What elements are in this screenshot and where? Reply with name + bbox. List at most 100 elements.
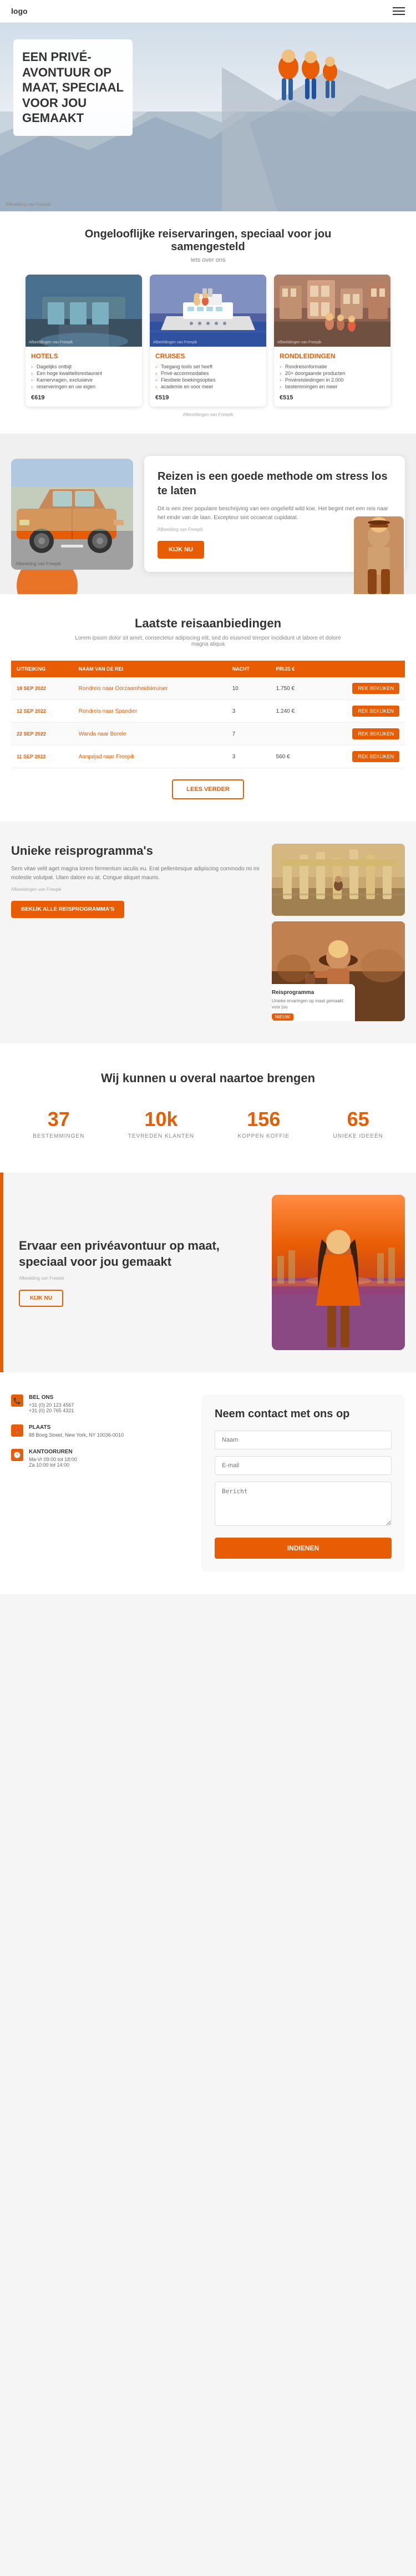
- overlap-card-tag: NIEUW: [272, 1013, 293, 1021]
- stress-section: Afbeelding van Freepik Reizen is een goe…: [0, 434, 416, 594]
- hours-value-2: Za 10:00 tot 14:00: [29, 1462, 77, 1468]
- cruises-feature-1: ›Toegang tools set heeft: [155, 363, 261, 370]
- table-row: 11 SEP 2022 Aanprijsd naar Freepik 3 560…: [11, 746, 405, 768]
- row3-action[interactable]: REK BEKIJKEN: [316, 723, 405, 746]
- hours-label: KANTOORUREN: [29, 1449, 77, 1455]
- programs-images-column: Reisprogramma Unieke ervaringen op maat …: [272, 844, 405, 1021]
- row4-nights: 3: [227, 746, 271, 768]
- tours-image-svg: [274, 275, 390, 347]
- row1-date: 18 SEP 2022: [11, 677, 73, 700]
- clock-icon: 🕐: [11, 1449, 23, 1461]
- offers-title: Laatste reisaanbiedingen: [11, 616, 405, 631]
- hotels-feature-1: ›Dagelijks ontbijt: [31, 363, 136, 370]
- contact-address: 📍 PLAATS 88 Boog Street, New York, NY 10…: [11, 1424, 188, 1438]
- programs-overlap-card: Reisprogramma Unieke ervaringen op maat …: [272, 984, 355, 1021]
- cruises-card-title: CRUISES: [155, 352, 261, 360]
- row1-book-button[interactable]: REK BEKIJKEN: [352, 683, 399, 694]
- row3-date: 22 SEP 2022: [11, 723, 73, 746]
- tours-card-title: RONDLEIDINGEN: [280, 352, 385, 360]
- phone-value-2: +31 (0) 20 765 4321: [29, 1408, 74, 1413]
- address-details: PLAATS 88 Boog Street, New York, NY 1003…: [29, 1424, 124, 1438]
- row2-action[interactable]: REK BEKIJKEN: [316, 700, 405, 723]
- row3-price: [271, 723, 316, 746]
- form-email-input[interactable]: [215, 1456, 392, 1475]
- experiences-subtitle: Iets over ons: [11, 257, 405, 263]
- tours-card: Afbeeldingen van Freepik RONDLEIDINGEN ›…: [274, 275, 390, 407]
- load-more-wrapper: LEES VERDER: [11, 779, 405, 799]
- stat-label-coffee: KOPPEN KOFFIE: [238, 1133, 290, 1139]
- hotels-card-title: HOTELS: [31, 352, 136, 360]
- cruises-card: Afbeeldingen van Freepik CRUISES ›Toegan…: [150, 275, 266, 407]
- form-submit-button[interactable]: INDIENEN: [215, 1538, 392, 1559]
- stress-cta-button[interactable]: KIJK NU: [158, 541, 204, 559]
- hotels-feature-4: ›reserveringen en uw eigen: [31, 383, 136, 390]
- overlap-card-text: Unieke ervaringen op maat gemaakt voor j…: [272, 998, 349, 1010]
- private-content: Ervaar een privéavontuur op maat, specia…: [11, 1238, 261, 1306]
- stat-number-coffee: 156: [238, 1108, 290, 1131]
- col-price: PRIJS €: [271, 661, 316, 677]
- hero-heading: EEN PRIVÉ- AVONTUUR OP MAAT, SPECIAAL VO…: [22, 49, 124, 126]
- row2-book-button[interactable]: REK BEKIJKEN: [352, 706, 399, 717]
- row2-price: 1.240 €: [271, 700, 316, 723]
- row4-date: 11 SEP 2022: [11, 746, 73, 768]
- experiences-section: Ongelooflijke reiservaringen, speciaal v…: [0, 211, 416, 434]
- row4-book-button[interactable]: REK BEKIJKEN: [352, 751, 399, 762]
- stat-number-ideas: 65: [333, 1108, 383, 1131]
- hours-value-1: Ma-Vr 09:00 tot 18:00: [29, 1457, 77, 1462]
- stat-number-destinations: 37: [33, 1108, 84, 1131]
- private-image: [272, 1195, 405, 1350]
- phone-value-1: +31 (0) 20 123 4567: [29, 1402, 74, 1408]
- col-nights: NACHT: [227, 661, 271, 677]
- hotels-image-svg: [26, 275, 142, 347]
- private-cta-button[interactable]: KIJK NU: [19, 1290, 63, 1307]
- col-name: NAAM VAN DE REI: [73, 661, 227, 677]
- cruises-img-caption: Afbeeldingen van Freepik: [153, 341, 197, 344]
- row2-nights: 3: [227, 700, 271, 723]
- contact-info-panel: 📞 BEL ONS +31 (0) 20 123 4567 +31 (0) 20…: [11, 1395, 188, 1479]
- form-message-group: [215, 1482, 392, 1529]
- hero-caption: Afbeelding van Freepik: [6, 202, 51, 207]
- programs-cta-button[interactable]: BEKIJK ALLE REISPROGRAMMA'S: [11, 901, 124, 918]
- logo[interactable]: logo: [11, 7, 28, 16]
- experiences-caption: Afbeeldingen van Freepik: [11, 412, 405, 417]
- stress-title: Reizen is een goede methode om stress lo…: [158, 469, 392, 498]
- offers-subtitle: Lorem ipsum dolor sit amet, consectetur …: [69, 635, 347, 647]
- row1-name: Rondreis naar Oorzaamheidskruiser: [73, 677, 227, 700]
- form-name-input[interactable]: [215, 1431, 392, 1449]
- hotels-img-caption: Afbeeldingen van Freepik: [29, 341, 73, 344]
- hotels-price: €619: [31, 394, 136, 401]
- programs-caption: Afbeeldingen van Freepik: [11, 887, 261, 892]
- phone-details: BEL ONS +31 (0) 20 123 4567 +31 (0) 20 7…: [29, 1395, 74, 1413]
- stress-inner: Afbeelding van Freepik Reizen is een goe…: [11, 456, 405, 572]
- stress-person-svg: [354, 516, 404, 594]
- load-more-button[interactable]: LEES VERDER: [172, 779, 244, 799]
- form-email-group: [215, 1456, 392, 1475]
- programs-inner: Unieke reisprogramma's Sem vitae velit a…: [11, 844, 405, 1021]
- tours-feature-4: ›bestemmingen en meer: [280, 383, 385, 390]
- table-row: 22 SEP 2022 Wanda naar Borele 7 REK BEKI…: [11, 723, 405, 746]
- address-value: 88 Boog Street, New York, NY 10036-0010: [29, 1432, 124, 1438]
- programs-image-2: Reisprogramma Unieke ervaringen op maat …: [272, 921, 405, 1021]
- row3-book-button[interactable]: REK BEKIJKEN: [352, 728, 399, 739]
- address-label: PLAATS: [29, 1424, 124, 1431]
- form-message-input[interactable]: [215, 1482, 392, 1526]
- programs-body: Sem vitae velit aget magna lorem ferment…: [11, 865, 261, 883]
- contact-section: 📞 BEL ONS +31 (0) 20 123 4567 +31 (0) 20…: [0, 1372, 416, 1594]
- cruises-card-image: Afbeeldingen van Freepik: [150, 275, 266, 347]
- programs-section: Unieke reisprogramma's Sem vitae velit a…: [0, 822, 416, 1043]
- hours-details: KANTOORUREN Ma-Vr 09:00 tot 18:00 Za 10:…: [29, 1449, 77, 1468]
- stat-label-destinations: BESTEMMINGEN: [33, 1133, 84, 1139]
- phone-label: BEL ONS: [29, 1395, 74, 1401]
- row1-action[interactable]: REK BEKIJKEN: [316, 677, 405, 700]
- hamburger-menu[interactable]: [393, 7, 405, 15]
- hotels-card-body: HOTELS ›Dagelijks ontbijt ›Een hoge kwal…: [26, 347, 142, 407]
- stress-car-image: Afbeelding van Freepik: [11, 459, 133, 570]
- row4-action[interactable]: REK BEKIJKEN: [316, 746, 405, 768]
- car-caption: Afbeelding van Freepik: [16, 561, 61, 566]
- tours-price: €515: [280, 394, 385, 401]
- cruises-image-svg: [150, 275, 266, 347]
- navbar: logo: [0, 0, 416, 23]
- reach-title: Wij kunnen u overal naartoe brengen: [11, 1071, 405, 1086]
- programs-ruins-svg: [272, 844, 405, 916]
- location-icon: 📍: [11, 1424, 23, 1437]
